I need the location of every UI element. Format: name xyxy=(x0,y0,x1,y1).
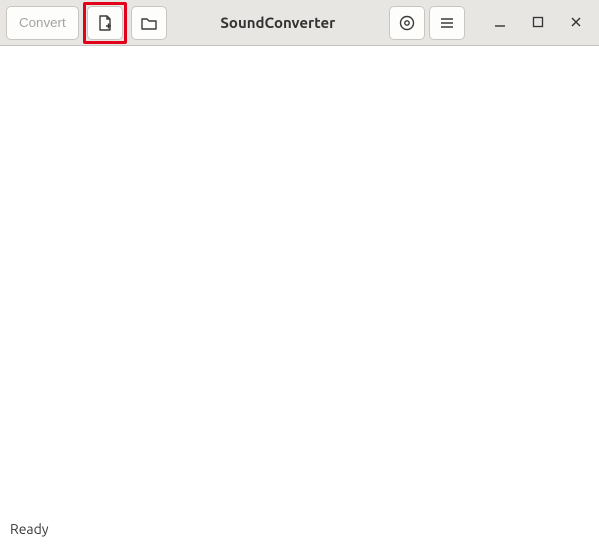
add-file-icon xyxy=(96,14,114,32)
hamburger-icon xyxy=(438,14,456,32)
file-list-area[interactable] xyxy=(0,46,599,519)
status-text: Ready xyxy=(10,521,49,537)
settings-button[interactable] xyxy=(389,6,425,40)
convert-button[interactable]: Convert xyxy=(6,6,79,40)
add-file-button[interactable] xyxy=(87,6,123,40)
add-folder-icon xyxy=(140,14,158,32)
add-file-highlight xyxy=(83,2,127,44)
window-title: SoundConverter xyxy=(171,14,385,31)
headerbar: Convert SoundConverter xyxy=(0,0,599,46)
maximize-icon xyxy=(532,15,544,31)
settings-icon xyxy=(398,14,416,32)
convert-button-label: Convert xyxy=(19,15,66,30)
maximize-button[interactable] xyxy=(521,6,555,40)
add-folder-button[interactable] xyxy=(131,6,167,40)
minimize-icon xyxy=(494,15,506,31)
close-button[interactable] xyxy=(559,6,593,40)
minimize-button[interactable] xyxy=(483,6,517,40)
statusbar: Ready xyxy=(0,519,599,545)
menu-button[interactable] xyxy=(429,6,465,40)
close-icon xyxy=(570,15,582,31)
